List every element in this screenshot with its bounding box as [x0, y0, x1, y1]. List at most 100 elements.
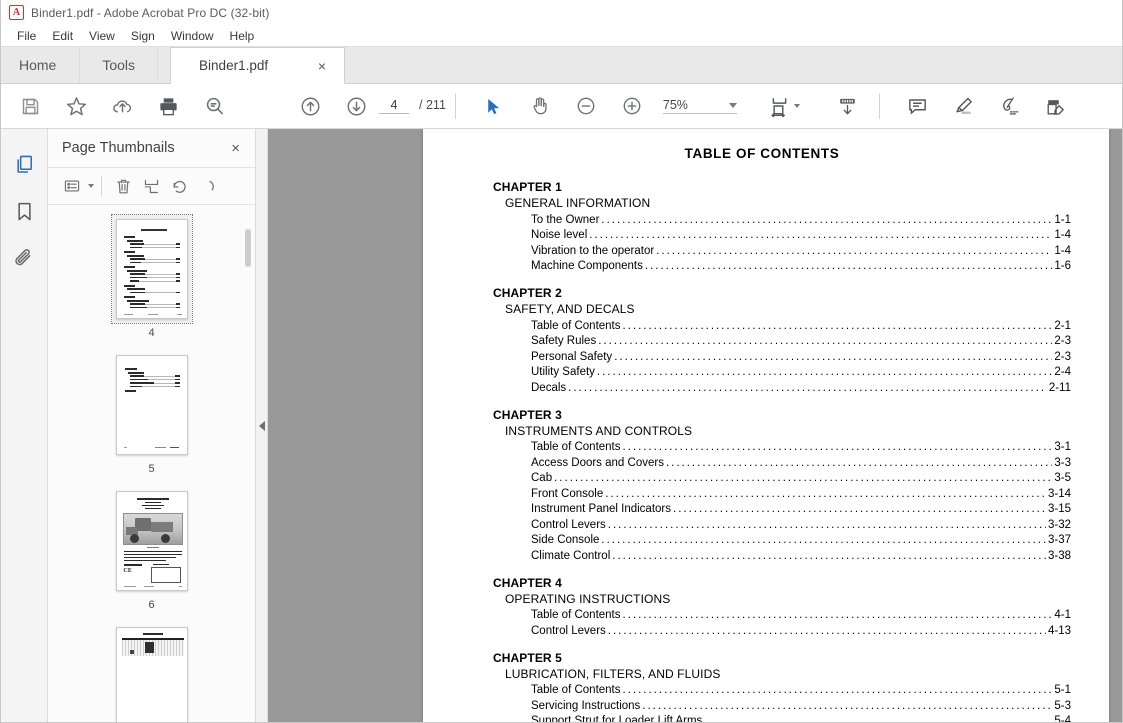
- next-page-button[interactable]: [339, 89, 373, 123]
- toc-dot-leader: ........................................…: [642, 699, 1053, 712]
- toc-chapter-subtitle: GENERAL INFORMATION: [505, 196, 651, 210]
- toc-entry-label: Table of Contents: [531, 609, 621, 621]
- toc-dot-leader: ........................................…: [568, 381, 1047, 394]
- zoom-level-select[interactable]: 75%: [662, 98, 737, 114]
- toc-entry[interactable]: Front Console...........................…: [453, 488, 1071, 500]
- extract-pages-button[interactable]: [137, 172, 165, 200]
- toc-entry[interactable]: Noise level.............................…: [453, 229, 1071, 241]
- rail-item-page-thumbnails[interactable]: [4, 143, 44, 185]
- toc-entry[interactable]: Machine Components......................…: [453, 260, 1071, 272]
- toc-entry[interactable]: Access Doors and Covers.................…: [453, 457, 1071, 469]
- toc-entry[interactable]: Instrument Panel Indicators.............…: [453, 503, 1071, 515]
- star-icon[interactable]: [59, 89, 93, 123]
- zoom-out-button[interactable]: [569, 89, 603, 123]
- thumbnail-size-options-button[interactable]: [58, 172, 86, 200]
- tab-document-binder1[interactable]: Binder1.pdf ×: [170, 47, 346, 84]
- toc-entry[interactable]: Table of Contents.......................…: [453, 609, 1071, 621]
- thumbnail-page-6[interactable]: CE 6: [48, 487, 255, 611]
- thumbnail-scrollbar[interactable]: [242, 215, 254, 722]
- toc-entry-page: 3-1: [1054, 441, 1071, 453]
- hand-tool-icon[interactable]: [523, 89, 557, 123]
- document-viewport[interactable]: TABLE OF CONTENTS CHAPTER 1 GENERAL INFOR…: [256, 129, 1122, 722]
- close-icon[interactable]: ×: [314, 57, 330, 75]
- page-content: TABLE OF CONTENTS CHAPTER 1 GENERAL INFOR…: [423, 129, 1109, 722]
- rail-item-bookmarks[interactable]: [4, 190, 44, 232]
- request-signatures-icon[interactable]: [1039, 89, 1073, 123]
- toc-entry[interactable]: Utility Safety..........................…: [453, 366, 1071, 378]
- rotate-counterclockwise-button[interactable]: [165, 172, 193, 200]
- document-page: TABLE OF CONTENTS CHAPTER 1 GENERAL INFOR…: [423, 129, 1109, 722]
- toc-dot-leader: ........................................…: [614, 350, 1052, 363]
- toc-dot-leader: ........................................…: [589, 229, 1052, 241]
- rotate-clockwise-button[interactable]: [193, 172, 221, 200]
- thumbnail-page-4[interactable]: 4: [48, 214, 255, 339]
- save-file-button[interactable]: [13, 89, 47, 123]
- toc-entry[interactable]: Vibration to the operator...............…: [453, 245, 1071, 257]
- chevron-down-icon[interactable]: [88, 184, 94, 188]
- tab-home[interactable]: Home: [1, 47, 81, 83]
- toc-entry-page: 2-1: [1054, 319, 1071, 332]
- page-number-input[interactable]: 4: [379, 98, 409, 114]
- toc-chapter-heading: CHAPTER 5: [493, 650, 562, 665]
- toc-entry[interactable]: Servicing Instructions..................…: [453, 700, 1071, 712]
- find-text-icon[interactable]: [197, 89, 231, 123]
- toc-entry[interactable]: Climate Control.........................…: [453, 550, 1071, 562]
- thumbnail-page-7[interactable]: 7: [48, 623, 255, 722]
- thumbnail-list[interactable]: 4 5 CE 6: [48, 205, 255, 722]
- zoom-in-button[interactable]: [615, 89, 649, 123]
- menu-view[interactable]: View: [81, 26, 123, 47]
- chevron-down-icon[interactable]: [793, 104, 800, 108]
- toc-entry[interactable]: Personal Safety.........................…: [453, 351, 1071, 363]
- thumbnail-page-5[interactable]: 5: [48, 351, 255, 475]
- main-toolbar: 4 / 211 75%: [1, 84, 1122, 129]
- toc-entry[interactable]: Support Strut for Loader Lift Arms......…: [453, 715, 1071, 722]
- toc-entry[interactable]: Cab.....................................…: [453, 472, 1071, 484]
- toc-entry-page: 1-6: [1054, 260, 1071, 272]
- add-comment-icon[interactable]: [901, 89, 935, 123]
- acrobat-icon: A: [9, 5, 24, 20]
- menu-window[interactable]: Window: [163, 26, 222, 47]
- menu-sign[interactable]: Sign: [123, 26, 163, 47]
- previous-page-button[interactable]: [293, 89, 327, 123]
- menu-edit[interactable]: Edit: [44, 26, 81, 47]
- toc-entry-label: Side Console: [531, 534, 600, 546]
- table-of-contents: CHAPTER 1 GENERAL INFORMATION To the Owner…: [453, 180, 1071, 722]
- delete-pages-button[interactable]: [109, 172, 137, 200]
- toc-entry[interactable]: Decals..................................…: [453, 382, 1071, 394]
- toc-entry-label: Climate Control: [531, 549, 611, 562]
- toc-entry-label: Table of Contents: [531, 684, 621, 696]
- highlight-text-icon[interactable]: [947, 89, 981, 123]
- toc-entry[interactable]: Table of Contents.......................…: [453, 441, 1071, 453]
- toc-entry[interactable]: Table of Contents.......................…: [453, 320, 1071, 332]
- chevron-down-icon[interactable]: [728, 102, 737, 108]
- menu-file[interactable]: File: [9, 26, 44, 47]
- thumbnail-toolbar-divider: [101, 176, 102, 196]
- upload-to-cloud-icon[interactable]: [105, 89, 139, 123]
- thumbnail-scrollbar-thumb[interactable]: [245, 229, 251, 267]
- tab-strip: Home Tools Binder1.pdf ×: [1, 47, 1122, 84]
- select-tool-icon[interactable]: [477, 89, 511, 123]
- page-separator: /: [419, 98, 423, 112]
- rail-item-attachments[interactable]: [4, 237, 44, 279]
- fill-and-sign-icon[interactable]: [993, 89, 1027, 123]
- tab-tools[interactable]: Tools: [80, 47, 159, 83]
- collapse-sidebar-handle[interactable]: [256, 129, 268, 722]
- tab-document-label: Binder1.pdf: [199, 58, 269, 73]
- toc-entry[interactable]: To the Owner............................…: [453, 214, 1071, 226]
- toc-entry[interactable]: Control Levers..........................…: [453, 519, 1071, 531]
- thumbnail-page-label: 5: [148, 463, 155, 475]
- fit-page-icon[interactable]: [767, 89, 801, 123]
- print-icon[interactable]: [151, 89, 185, 123]
- close-icon[interactable]: ×: [228, 139, 243, 158]
- toc-chapter-subtitle: LUBRICATION, FILTERS, AND FLUIDS: [505, 666, 721, 681]
- toc-entry[interactable]: Control Levers..........................…: [453, 625, 1071, 637]
- toc-entry-page: 5-1: [1054, 684, 1071, 696]
- page-thumbnails-header: Page Thumbnails ×: [48, 129, 255, 167]
- toc-entry[interactable]: Safety Rules............................…: [453, 335, 1071, 347]
- toc-entry[interactable]: Table of Contents.......................…: [453, 684, 1071, 696]
- menu-help[interactable]: Help: [222, 26, 263, 47]
- toc-dot-leader: ........................................…: [554, 472, 1053, 484]
- toc-entry-page: 3-3: [1054, 456, 1071, 469]
- page-display-scroll-icon[interactable]: [831, 89, 865, 123]
- toc-entry[interactable]: Side Console............................…: [453, 534, 1071, 546]
